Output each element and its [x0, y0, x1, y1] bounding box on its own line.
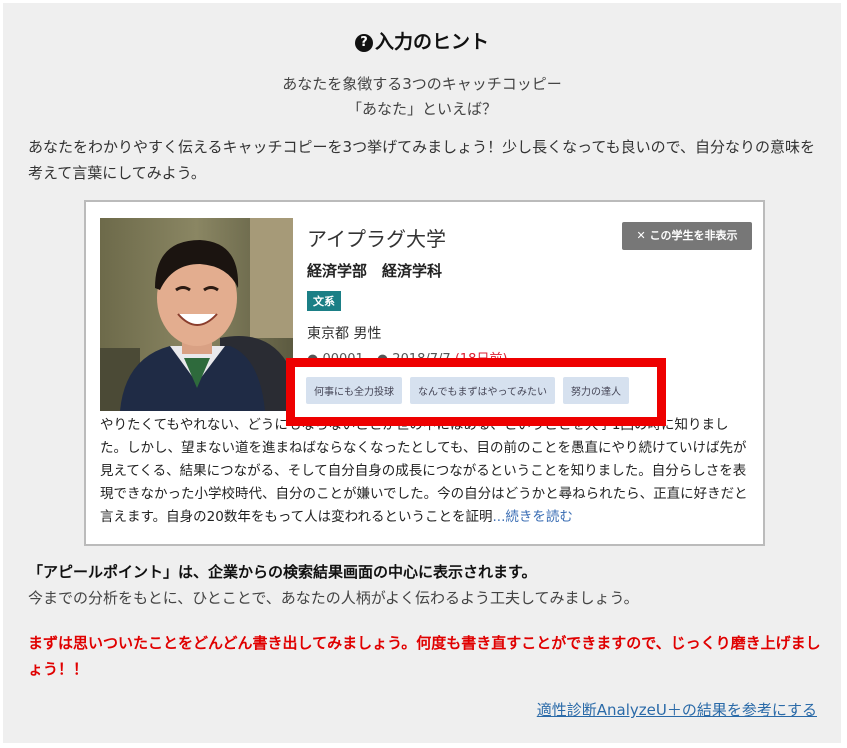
- hint-lead-text: あなたをわかりやすく伝えるキャッチコピーを3つ挙げてみましょう！少し長くなっても…: [28, 138, 815, 182]
- encouragement-text: まずは思いついたことをどんどん書き出してみましょう。何度も書き直すことができます…: [28, 634, 821, 678]
- example-profile-card: アイプラグ大学 経済学部 経済学科 文系 東京都 男性 ● 00001 ● 20…: [84, 200, 765, 546]
- student-photo: [100, 218, 293, 411]
- hint-subtitle: あなたを象徴する3つのキャッチコッピー: [282, 75, 562, 93]
- hint-title: ? 入力のヒント: [3, 27, 841, 54]
- hide-student-button[interactable]: ✕ この学生を非表示: [622, 222, 752, 250]
- analyzeu-reference-link[interactable]: 適性診断AnalyzeU＋の結果を参考にする: [537, 699, 817, 720]
- hide-student-label: この学生を非表示: [649, 229, 738, 242]
- read-more-link[interactable]: ...続きを読む: [492, 509, 572, 525]
- faculty-name: 経済学部 経済学科: [307, 262, 443, 280]
- question-circle-icon: ?: [354, 34, 373, 52]
- close-x-icon: ✕: [636, 229, 650, 242]
- location-gender: 東京都 男性: [307, 326, 382, 342]
- hint-subtitle-question: 「あなた」といえば？: [346, 100, 497, 118]
- university-name: アイプラグ大学: [307, 227, 446, 251]
- student-bio: やりたくてもやれない、どうにもならないことが世の中にはある、ということを大学1回…: [100, 414, 750, 529]
- catchphrase-highlight-box: [286, 358, 666, 426]
- field-tag: 文系: [307, 291, 341, 311]
- hint-panel: ? 入力のヒント あなたを象徴する3つのキャッチコッピー 「あなた」といえば？ あ…: [3, 3, 841, 743]
- appeal-point-description: 今までの分析をもとに、ひとことで、あなたの人柄がよく伝わるよう工夫してみましょう…: [28, 589, 639, 607]
- student-bio-text: やりたくてもやれない、どうにもならないことが世の中にはある、ということを大学1回…: [100, 417, 748, 525]
- hint-title-text: 入力のヒント: [374, 31, 489, 53]
- appeal-point-heading: 「アピールポイント」は、企業からの検索結果画面の中心に表示されます。: [28, 563, 537, 581]
